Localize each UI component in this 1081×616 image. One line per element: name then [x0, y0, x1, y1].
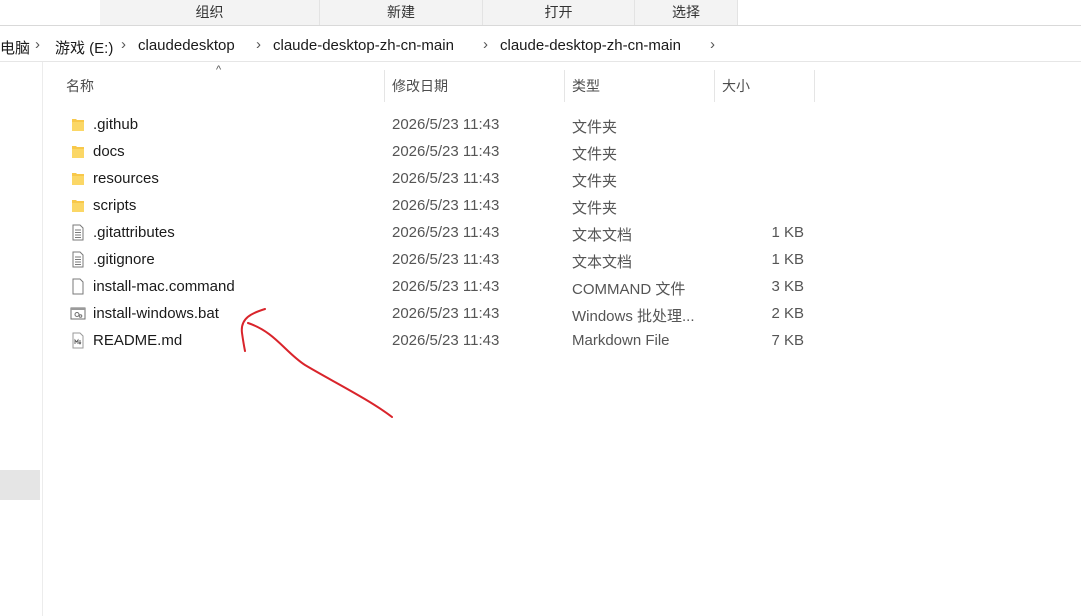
blank-file-icon [72, 278, 84, 295]
file-size: 7 KB [771, 332, 804, 349]
text-document-icon [72, 251, 84, 268]
navigation-pane[interactable] [0, 62, 43, 616]
file-size: 1 KB [771, 224, 804, 241]
file-type: 文本文档 [572, 254, 633, 271]
file-type: Markdown File [572, 332, 670, 349]
file-type: Windows 批处理... [572, 308, 695, 325]
file-name: install-windows.bat [93, 305, 219, 322]
breadcrumb-claudedesktop[interactable]: claudedesktop [138, 37, 235, 54]
file-name: resources [93, 170, 159, 187]
breadcrumb-folder-2[interactable]: claude-desktop-zh-cn-main [500, 37, 681, 54]
file-type: 文件夹 [572, 173, 618, 190]
ribbon-divider [0, 25, 1081, 26]
column-header-name[interactable]: 名称 [66, 70, 384, 102]
file-size: 3 KB [771, 278, 804, 295]
file-modified: 2026/5/23 11:43 [392, 116, 500, 133]
chevron-right-icon[interactable]: › [35, 36, 40, 53]
markdown-file-icon [72, 332, 84, 349]
file-modified: 2026/5/23 11:43 [392, 224, 500, 241]
file-row[interactable]: README.md 2026/5/23 11:43 Markdown File … [62, 327, 822, 354]
column-divider[interactable] [384, 70, 385, 102]
file-row[interactable]: install-mac.command 2026/5/23 11:43 COMM… [62, 273, 822, 300]
chevron-right-icon[interactable]: › [710, 36, 715, 53]
breadcrumb-folder-1[interactable]: claude-desktop-zh-cn-main [273, 37, 454, 54]
breadcrumb-drive-e[interactable]: 游戏 (E:) [55, 37, 113, 58]
file-row[interactable]: scripts 2026/5/23 11:43 文件夹 [62, 192, 822, 219]
file-name: .github [93, 116, 139, 133]
folder-icon [72, 119, 84, 131]
file-name: install-mac.command [93, 278, 235, 295]
file-type: 文本文档 [572, 227, 633, 244]
column-header-type[interactable]: 类型 [572, 70, 712, 102]
file-name: docs [93, 143, 125, 160]
column-divider[interactable] [564, 70, 565, 102]
file-row[interactable]: resources 2026/5/23 11:43 文件夹 [62, 165, 822, 192]
file-modified: 2026/5/23 11:43 [392, 170, 500, 187]
ribbon: 组织 新建 打开 选择 [0, 0, 1081, 26]
address-bar-divider [0, 61, 1081, 62]
ribbon-group-organize[interactable]: 组织 [100, 0, 320, 25]
file-modified: 2026/5/23 11:43 [392, 251, 500, 268]
file-size: 1 KB [771, 251, 804, 268]
file-modified: 2026/5/23 11:43 [392, 332, 500, 349]
column-divider[interactable] [814, 70, 815, 102]
batch-file-icon [70, 307, 86, 320]
file-row[interactable]: .gitignore 2026/5/23 11:43 文本文档 1 KB [62, 246, 822, 273]
file-modified: 2026/5/23 11:43 [392, 305, 500, 322]
folder-icon [72, 200, 84, 212]
file-type: 文件夹 [572, 200, 618, 217]
chevron-right-icon[interactable]: › [256, 36, 261, 53]
file-type: COMMAND 文件 [572, 281, 686, 298]
file-modified: 2026/5/23 11:43 [392, 278, 500, 295]
file-modified: 2026/5/23 11:43 [392, 197, 500, 214]
file-row[interactable]: install-windows.bat 2026/5/23 11:43 Wind… [62, 300, 822, 327]
ribbon-group-open[interactable]: 打开 [483, 0, 635, 25]
folder-icon [72, 173, 84, 185]
file-modified: 2026/5/23 11:43 [392, 143, 500, 160]
file-name: scripts [93, 197, 137, 214]
file-row[interactable]: .github 2026/5/23 11:43 文件夹 [62, 111, 822, 138]
chevron-right-icon[interactable]: › [121, 36, 126, 53]
chevron-right-icon[interactable]: › [483, 36, 488, 53]
column-divider[interactable] [714, 70, 715, 102]
file-name: .gitattributes [93, 224, 175, 241]
ribbon-group-new[interactable]: 新建 [320, 0, 483, 25]
file-name: README.md [93, 332, 183, 349]
folder-icon [72, 146, 84, 158]
file-type: 文件夹 [572, 119, 618, 136]
text-document-icon [72, 224, 84, 241]
breadcrumb[interactable]: 电脑 › 游戏 (E:) › claudedesktop › claude-de… [0, 33, 1081, 61]
column-header-modified[interactable]: 修改日期 [392, 70, 562, 102]
nav-selected-item[interactable] [0, 470, 40, 500]
ribbon-group-select[interactable]: 选择 [635, 0, 738, 25]
file-type: 文件夹 [572, 146, 618, 163]
column-header-size[interactable]: 大小 [722, 70, 812, 102]
file-size: 2 KB [771, 305, 804, 322]
file-row[interactable]: .gitattributes 2026/5/23 11:43 文本文档 1 KB [62, 219, 822, 246]
file-row[interactable]: docs 2026/5/23 11:43 文件夹 [62, 138, 822, 165]
file-name: .gitignore [93, 251, 155, 268]
breadcrumb-this-pc[interactable]: 电脑 [0, 37, 30, 58]
